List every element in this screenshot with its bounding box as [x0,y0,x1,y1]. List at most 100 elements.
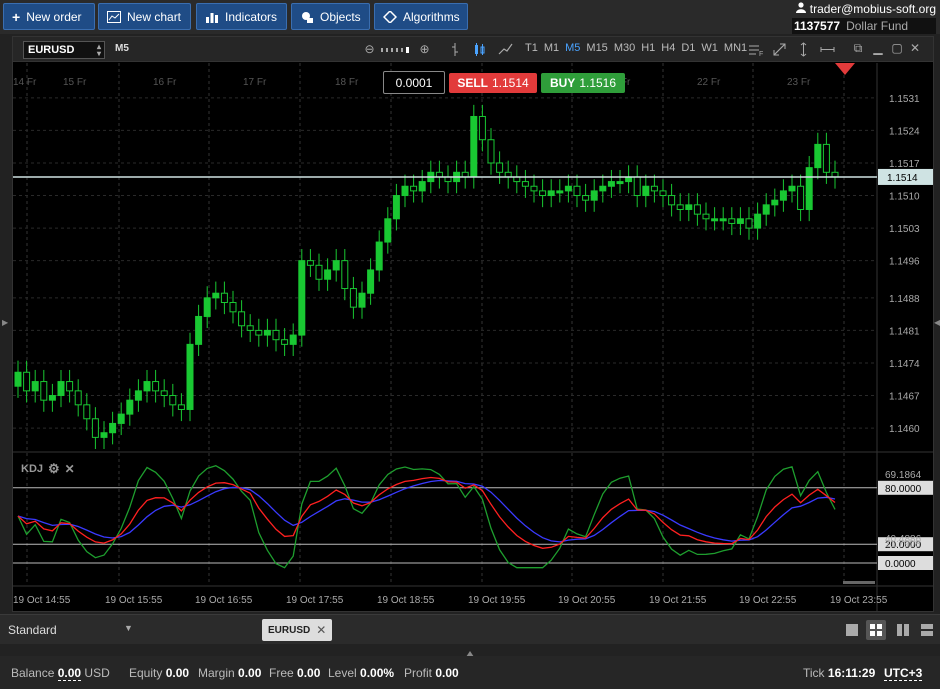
buy-price: 1.1516 [579,76,617,90]
buy-label: BUY [549,76,576,90]
trading-app: + New order New chart Indicators Objects [0,0,940,689]
candle-body [478,115,486,141]
zoom-out-icon[interactable]: ⊖ [361,41,378,58]
minimize-icon[interactable]: ▁ [871,41,885,55]
chart-window: EURUSD ▴ ▾ M5 ⊖ ⊕ T1 M1 M5 M15 M30 H1 H4 D1 W1 MN1… [12,36,934,612]
kdj-j-line [17,464,836,569]
timeframe-m5[interactable]: M5 [565,42,580,54]
time-tick-label: 19 Oct 17:55 [286,595,344,606]
candle-body [177,404,185,410]
timeframe-mn1[interactable]: MN1 [724,42,747,54]
timeframe-m15[interactable]: M15 [586,42,607,54]
time-tick-label: 19 Oct 14:55 [13,595,71,606]
candle-body [754,213,762,229]
sell-button[interactable]: SELL 1.1514 [449,73,537,93]
price-tick-label: 1.1531 [889,94,920,105]
free-label: Free [269,666,294,680]
algorithms-button[interactable]: Algorithms [374,3,468,30]
layout-grid-button[interactable] [866,620,886,640]
chart-canvas[interactable]: 14 Fr15 Fr16 Fr17 Fr18 Fr21 Fr22 Fr23 Fr… [13,63,933,611]
candle-body [14,371,22,387]
candle-body [487,139,495,164]
gear-icon[interactable]: ⚙ [48,461,60,477]
candle-body [401,185,409,197]
timeframe-d1[interactable]: D1 [681,42,695,54]
horizontal-resize-icon[interactable] [819,41,836,58]
timeframe-h1[interactable]: H1 [641,42,655,54]
close-icon[interactable]: ✕ [908,41,922,55]
new-chart-button[interactable]: New chart [98,3,191,30]
candle-body [40,381,48,401]
indicator-settings-icon[interactable]: F [747,41,764,58]
quantity-input[interactable]: 0.0001 [383,71,445,94]
candle-body [590,190,598,201]
buy-button[interactable]: BUY 1.1516 [541,73,625,93]
candle-chart-icon[interactable] [471,41,488,58]
account-info[interactable]: trader@mobius-soft.org 1137577 Dollar Fu… [792,1,936,34]
svg-text:F: F [759,51,763,58]
timezone-value: UTC+3 [884,666,923,681]
kdj-value-label: 11.7908 [885,539,921,550]
close-tab-icon[interactable]: ✕ [316,623,326,637]
workspace-select[interactable]: Standard ▼ [8,623,138,637]
candle-body [229,302,237,313]
right-collapse-icon[interactable]: ◀ [934,318,940,327]
new-order-label: New order [26,9,82,24]
candle-body [117,413,125,424]
timeframe-h4[interactable]: H4 [661,42,675,54]
timeframe-m30[interactable]: M30 [614,42,635,54]
candle-body [762,204,770,215]
price-tick-label: 1.1488 [889,294,920,305]
candle-body [160,390,168,397]
new-order-button[interactable]: + New order [3,3,95,30]
free-value: 0.00 [297,666,321,680]
zoom-slider[interactable] [379,41,415,58]
timeframe-w1[interactable]: W1 [701,42,718,54]
panel-expand-icon[interactable] [466,644,474,657]
chart-tab-eurusd[interactable]: EURUSD ✕ [262,619,333,641]
layout-single-button[interactable] [842,620,862,640]
bar-chart-icon[interactable] [447,41,464,58]
current-price-label: 1.1514 [887,173,918,184]
line-chart-icon[interactable] [497,41,514,58]
candle-body [91,418,99,438]
close-icon[interactable]: ✕ [65,462,75,476]
indicators-label: Indicators [225,9,278,24]
candle-body [822,143,830,173]
layout-rows-button[interactable] [917,620,937,640]
candle-body [23,371,31,392]
candle-body [693,204,701,215]
price-tick-label: 1.1517 [889,159,920,170]
layout-columns-button[interactable] [893,620,913,640]
zoom-in-icon[interactable]: ⊕ [416,41,433,58]
date-label: 16 Fr [153,77,177,88]
symbol-select[interactable]: EURUSD ▴ ▾ [23,41,105,59]
price-tick-label: 1.1524 [889,126,920,137]
indicators-button[interactable]: Indicators [196,3,287,30]
candle-body [633,176,641,197]
vertical-resize-icon[interactable] [795,41,812,58]
price-tick-label: 1.1510 [889,192,920,203]
updown-icon: ▴ ▾ [96,42,101,58]
detach-icon[interactable]: ⧉ [851,41,865,56]
time-tick-label: 19 Oct 23:55 [830,595,888,606]
maximize-icon[interactable]: ▢ [890,41,904,55]
candle-body [779,190,787,201]
timeframe-m1[interactable]: M1 [544,42,559,54]
timezone-select[interactable]: UTC+3 [884,666,923,681]
quantity-value: 0.0001 [395,75,433,90]
candle-body [392,195,400,220]
chart-icon [107,10,121,23]
sell-price: 1.1514 [491,76,529,90]
left-collapse-icon[interactable]: ▶ [2,318,8,327]
candle-body [324,269,332,280]
free: Free 0.00 [269,666,320,680]
fit-icon[interactable] [771,41,788,58]
candle-body [341,260,349,290]
candle-body [573,185,581,197]
timeframe-t1[interactable]: T1 [525,42,538,54]
objects-button[interactable]: Objects [291,3,370,30]
balance-currency: USD [84,666,110,680]
candle-body [74,390,82,406]
algorithms-label: Algorithms [403,9,460,24]
